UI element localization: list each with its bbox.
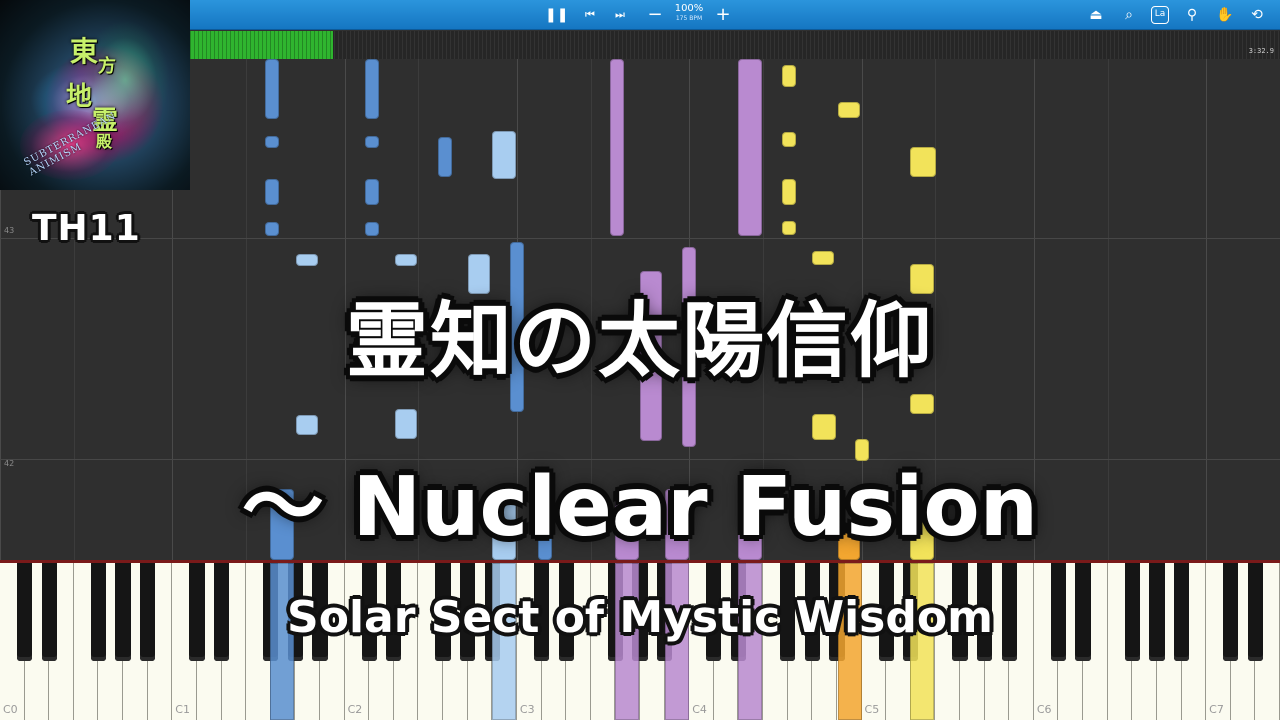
song-subtitle: Solar Sect of Mystic Wisdom — [287, 592, 993, 643]
loop-icon[interactable]: ⟲ — [1247, 5, 1267, 25]
plus-icon[interactable]: + — [713, 5, 733, 25]
progress-fill — [190, 31, 333, 59]
note-bar — [838, 102, 860, 118]
note-bar — [438, 137, 452, 177]
note-bar — [365, 59, 379, 119]
note-bar — [782, 221, 796, 235]
octave-label: C5 — [864, 703, 880, 716]
note-bar — [610, 59, 624, 236]
minus-icon[interactable]: − — [645, 5, 665, 25]
cover-char: 方 — [98, 56, 116, 77]
note-bar — [782, 65, 796, 87]
note-bar — [395, 254, 417, 266]
song-progress[interactable]: 3:32.9 — [190, 31, 1280, 59]
game-tag: TH11 — [32, 208, 141, 249]
note-bar — [265, 136, 279, 148]
hand-icon[interactable]: ✋ — [1215, 5, 1235, 25]
note-bar — [296, 254, 318, 266]
note-bar — [265, 179, 279, 205]
song-title-english: ～ Nuclear Fusion — [241, 460, 1039, 555]
note-bar — [782, 179, 796, 205]
note-bar — [365, 136, 379, 148]
tempo-readout: 175 BPM — [675, 15, 703, 22]
label-icon[interactable]: La — [1151, 6, 1169, 24]
note-bar — [492, 131, 516, 179]
map-marker-icon[interactable]: ⚲ — [1182, 5, 1202, 25]
octave-label: C2 — [347, 703, 363, 716]
transport-toolbar: ❚❚ ⏮ ⏭ − 100% 175 BPM + ⏏ ⌕ La ⚲ ✋ ⟲ — [190, 0, 1280, 30]
metronome-icon[interactable]: ⏏ — [1086, 5, 1106, 25]
time-readout: 3:32.9 — [1248, 47, 1274, 55]
measure-line — [0, 238, 1280, 239]
cover-char: 地 — [66, 82, 93, 112]
song-title-japanese: 霊知の太陽信仰 — [345, 294, 934, 389]
note-bar — [812, 251, 834, 265]
octave-label: C4 — [692, 703, 707, 716]
note-bar — [910, 147, 936, 177]
cover-char: 東 — [70, 35, 99, 68]
octave-label: C0 — [3, 703, 18, 716]
note-bar — [265, 59, 279, 119]
note-bar — [782, 132, 796, 147]
note-bar — [365, 179, 379, 205]
note-bar — [812, 414, 836, 440]
octave-label: C3 — [519, 703, 535, 716]
album-cover: 東 方 地 霊 殿 SUBTERRANEAN ANIMISM — [0, 0, 190, 190]
note-bar — [265, 222, 279, 236]
octave-label: C1 — [175, 703, 190, 716]
skip-forward-icon[interactable]: ⏭ — [610, 5, 630, 25]
search-icon[interactable]: ⌕ — [1119, 5, 1139, 25]
note-bar — [910, 394, 934, 414]
octave-label: C7 — [1209, 703, 1224, 716]
octave-label: C6 — [1036, 703, 1052, 716]
pause-icon[interactable]: ❚❚ — [545, 5, 568, 25]
skip-back-icon[interactable]: ⏮ — [580, 5, 600, 25]
zoom-percent: 100% — [674, 3, 704, 14]
note-bar — [296, 415, 318, 435]
note-bar — [395, 409, 417, 439]
measure-number: 43 — [4, 226, 15, 235]
note-bar — [738, 59, 762, 236]
note-bar — [365, 222, 379, 236]
piano-roll-app: 43 42 ❚❚ ⏮ ⏭ − 100% 175 BPM + ⏏ ⌕ La ⚲ ✋… — [0, 0, 1280, 720]
